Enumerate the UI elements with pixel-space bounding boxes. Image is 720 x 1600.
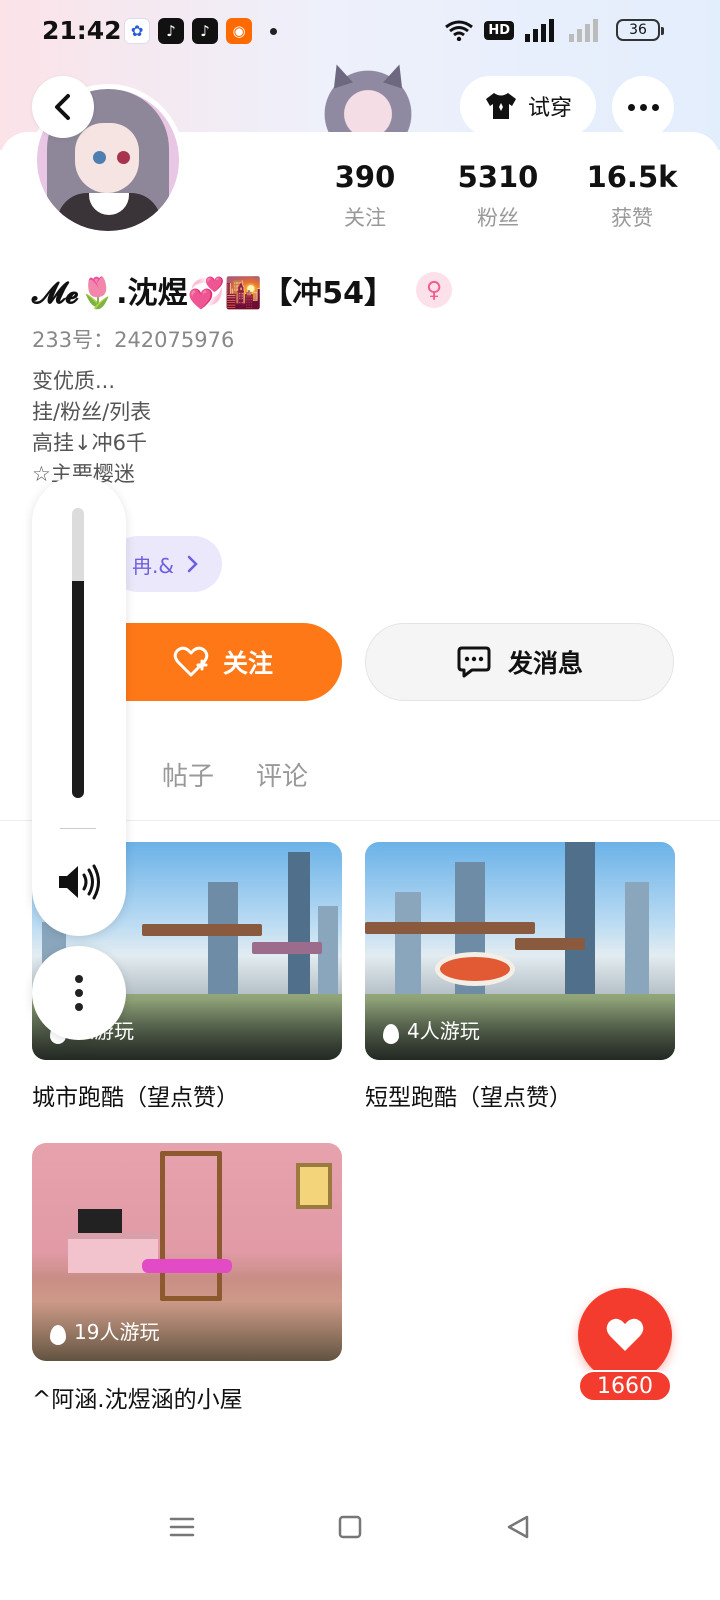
chat-icon (457, 646, 491, 678)
user-bio: 变优质... 挂/粉丝/列表 高挂↓冲6千 ☆主要樱迷 (32, 366, 151, 490)
signal-icon (524, 18, 558, 42)
tiktok-icon: ♪ (192, 18, 218, 44)
back-triangle-icon[interactable] (498, 1510, 538, 1544)
volume-level (72, 580, 84, 798)
following-count: 390 (334, 160, 396, 194)
bio-line: 挂/粉丝/列表 (32, 400, 152, 424)
like-count: 1660 (578, 1370, 672, 1402)
system-nav-bar (0, 1490, 720, 1560)
game-title[interactable]: ^阿涵.沈煜涵的小屋 (32, 1380, 243, 1414)
play-count: 4人游玩 (365, 1000, 675, 1060)
battery-icon: 36 (616, 19, 664, 41)
more-options-button[interactable] (612, 76, 674, 138)
relation-tag-label: 冉.& (132, 553, 174, 578)
try-on-button[interactable]: 试穿 (460, 76, 596, 136)
tab-comments[interactable]: 评论 (256, 756, 308, 802)
profile-screen: 21:42 ✿ ♪ ♪ ◉ HD 36 试穿 390 关注 5310 粉丝 16… (0, 0, 720, 1600)
volume-slider[interactable] (72, 508, 84, 798)
more-dot-icon (75, 989, 83, 997)
content-tabs: 帖子 评论 (32, 756, 692, 802)
bio-line: 变优质... (32, 369, 116, 393)
heart-icon (606, 1318, 644, 1351)
relation-tag[interactable]: 冉.& (110, 536, 222, 592)
following-label: 关注 (344, 206, 386, 230)
back-button[interactable] (32, 76, 94, 138)
game-card[interactable]: 19人游玩 (32, 1143, 342, 1361)
chevron-left-icon (55, 94, 70, 120)
followers-stat[interactable]: 5310 粉丝 (438, 160, 558, 232)
user-name: 𝓜𝓮🌷.沈煜💞🌇【冲54】 (32, 276, 395, 311)
system-icons: HD 36 (444, 18, 664, 42)
menu-icon[interactable] (162, 1510, 202, 1544)
header-character-image (322, 62, 414, 142)
message-label: 发消息 (507, 649, 583, 678)
more-dot-icon (627, 103, 635, 111)
wifi-icon (444, 19, 474, 41)
tshirt-icon (485, 93, 516, 119)
hd-badge: HD (484, 20, 514, 40)
bio-line: 高挂↓冲6千 (32, 431, 147, 455)
more-dot-icon (639, 103, 647, 111)
game-title[interactable]: 城市跑酷（望点赞） (32, 1078, 239, 1112)
likes-label: 获赞 (611, 206, 653, 230)
status-time: 21:42 (42, 16, 122, 45)
likes-stat[interactable]: 16.5k 获赞 (572, 160, 692, 232)
more-dot-icon (651, 103, 659, 111)
follow-label: 关注 (222, 649, 273, 678)
try-on-label: 试穿 (527, 96, 572, 121)
name-row: 𝓜𝓮🌷.沈煜💞🌇【冲54】 ♀ (32, 268, 453, 312)
home-icon[interactable] (330, 1510, 370, 1544)
game-card[interactable]: 4人游玩 (365, 842, 675, 1060)
signal-2-icon (568, 18, 602, 42)
chevron-right-icon (187, 555, 198, 573)
volume-more-button[interactable] (32, 946, 126, 1040)
flame-icon (50, 1325, 66, 1345)
volume-panel[interactable] (32, 476, 126, 936)
followers-count: 5310 (457, 160, 539, 194)
message-button[interactable]: 发消息 (365, 623, 674, 701)
kuaishou-icon: ◉ (226, 18, 252, 44)
followers-label: 粉丝 (477, 206, 519, 230)
notification-icons: ✿ ♪ ♪ ◉ (124, 18, 277, 44)
like-button[interactable] (578, 1288, 672, 1382)
baidu-icon: ✿ (124, 18, 150, 44)
status-bar: 21:42 ✿ ♪ ♪ ◉ HD 36 (0, 0, 720, 64)
play-count: 19人游玩 (32, 1301, 342, 1361)
tab-posts[interactable]: 帖子 (162, 756, 214, 802)
play-count-label: 19人游玩 (74, 1320, 160, 1344)
flame-icon (383, 1024, 399, 1044)
volume-divider (60, 828, 96, 829)
likes-count: 16.5k (586, 160, 678, 194)
more-notifications-dot (270, 27, 277, 35)
more-dot-icon (75, 975, 83, 983)
heart-plus-icon (173, 646, 209, 677)
user-id: 233号：242075976 (32, 328, 235, 352)
speaker-icon[interactable] (56, 862, 102, 906)
female-icon: ♀ (416, 272, 453, 308)
game-title[interactable]: 短型跑酷（望点赞） (365, 1078, 572, 1112)
play-count-label: 4人游玩 (407, 1019, 480, 1043)
tiktok-icon: ♪ (158, 18, 184, 44)
more-dot-icon (75, 1003, 83, 1011)
following-stat[interactable]: 390 关注 (305, 160, 425, 232)
